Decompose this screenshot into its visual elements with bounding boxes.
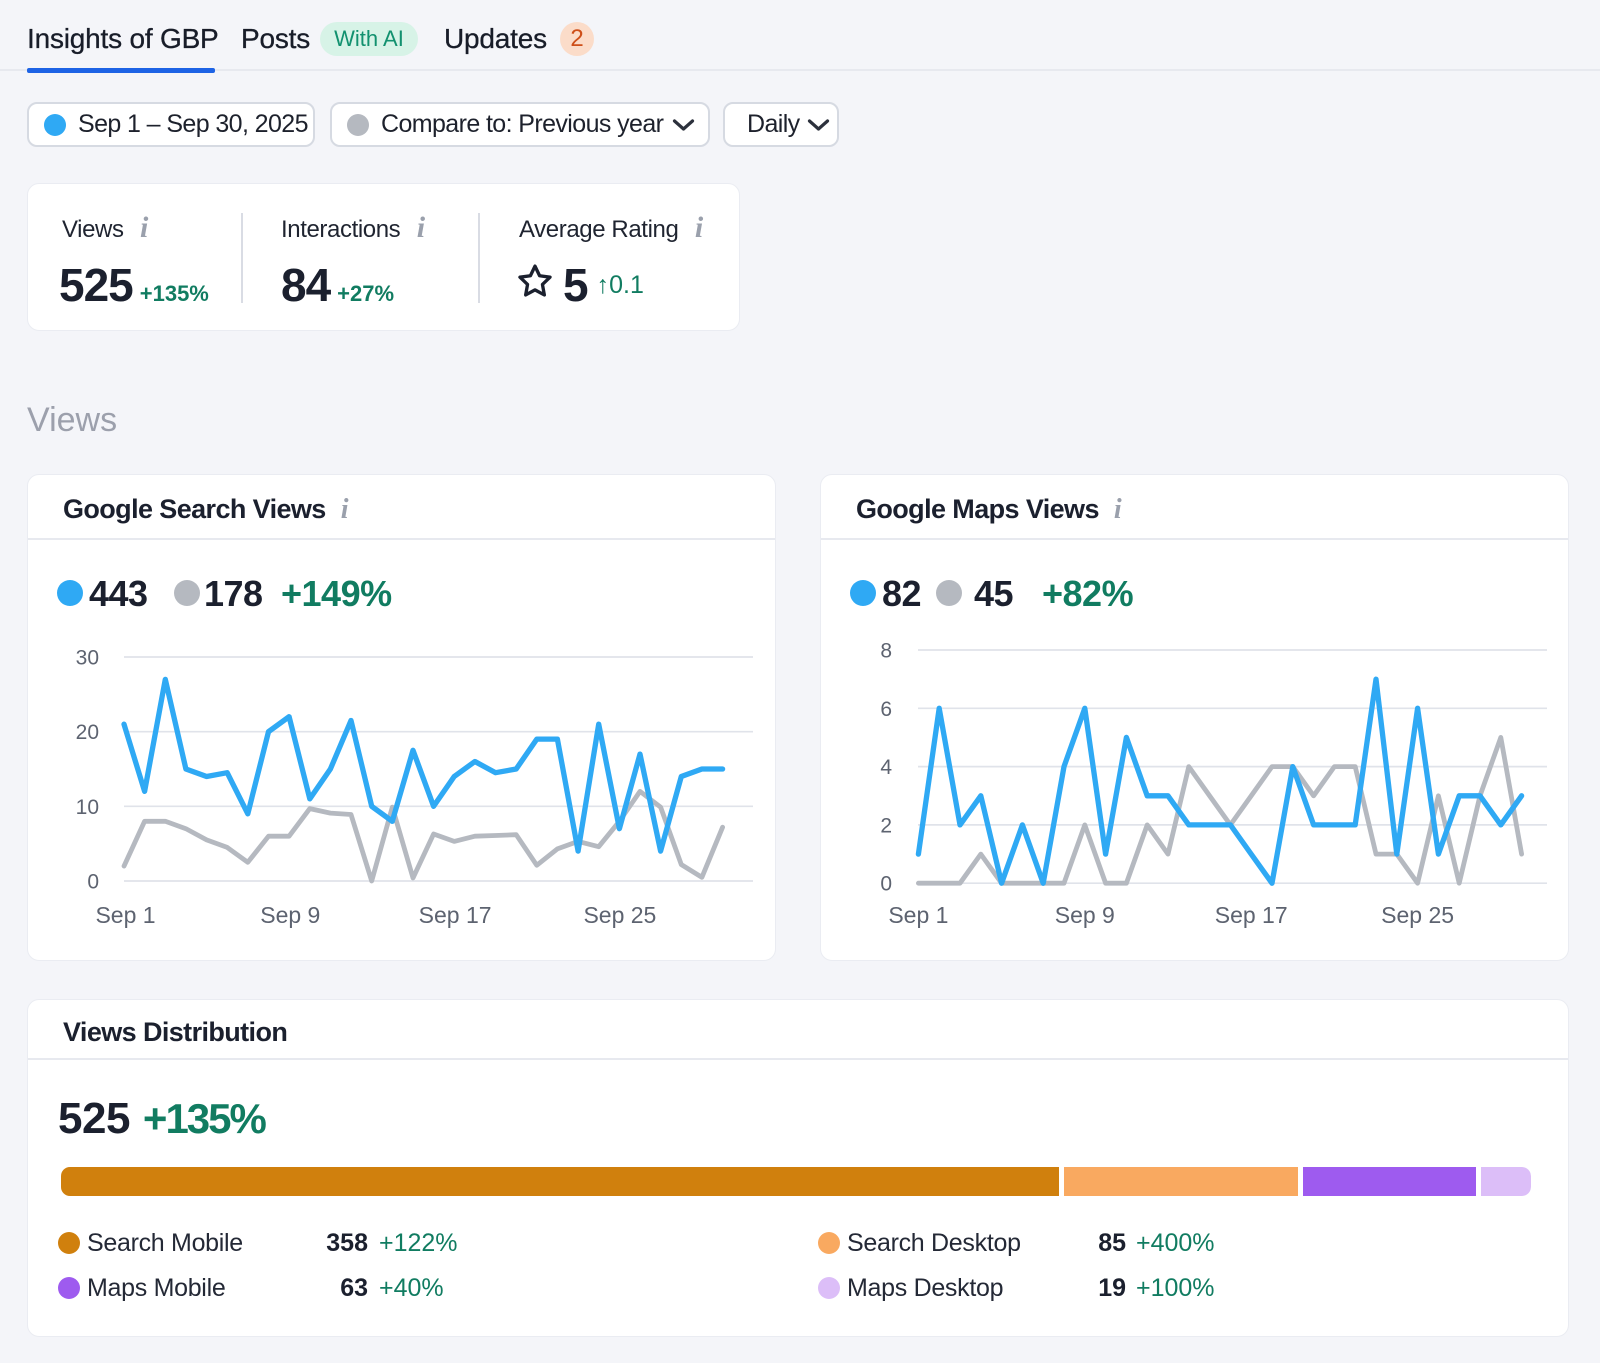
svg-text:6: 6 [880,698,892,721]
svg-text:20: 20 [76,721,99,744]
svg-text:Sep 17: Sep 17 [419,902,492,928]
svg-text:Sep 9: Sep 9 [1055,902,1115,928]
svg-text:Sep 1: Sep 1 [95,902,155,928]
svg-text:Sep 25: Sep 25 [1381,902,1454,928]
svg-text:0: 0 [880,873,892,896]
svg-text:8: 8 [880,640,892,663]
svg-text:10: 10 [76,796,99,819]
svg-text:Sep 25: Sep 25 [583,902,656,928]
svg-text:4: 4 [880,756,892,779]
svg-text:Sep 1: Sep 1 [888,902,948,928]
svg-text:0: 0 [87,871,99,894]
svg-text:Sep 9: Sep 9 [260,902,320,928]
svg-text:30: 30 [76,647,99,670]
svg-text:2: 2 [880,814,892,837]
svg-text:Sep 17: Sep 17 [1215,902,1288,928]
